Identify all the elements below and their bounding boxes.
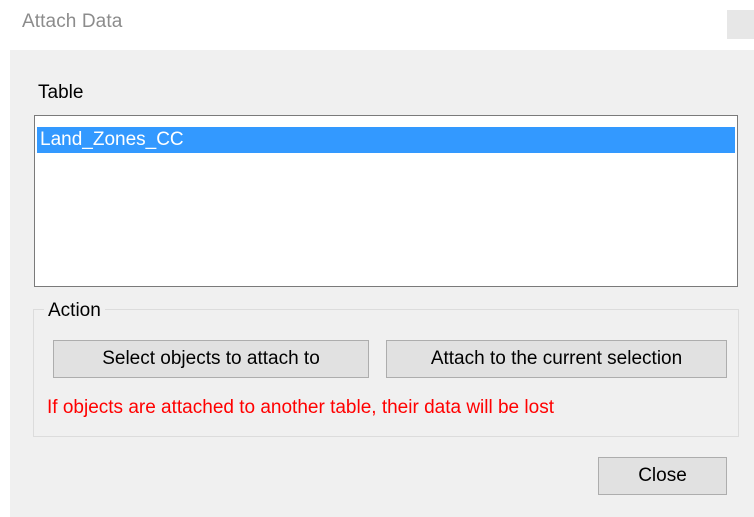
table-listbox[interactable]: Land_Zones_CC (34, 115, 738, 287)
action-group-legend: Action (44, 299, 105, 323)
table-label: Table (38, 82, 84, 103)
title-close-button[interactable] (727, 10, 754, 39)
attach-current-selection-button[interactable]: Attach to the current selection (386, 340, 727, 378)
attach-data-dialog: Attach Data Table Land_Zones_CC Action S… (0, 0, 754, 517)
list-item[interactable]: Land_Zones_CC (37, 127, 735, 153)
data-loss-warning: If objects are attached to another table… (47, 397, 554, 418)
title-bar[interactable]: Attach Data (0, 0, 754, 50)
close-button[interactable]: Close (598, 457, 727, 495)
select-objects-button[interactable]: Select objects to attach to (53, 340, 369, 378)
window-title: Attach Data (22, 11, 123, 32)
